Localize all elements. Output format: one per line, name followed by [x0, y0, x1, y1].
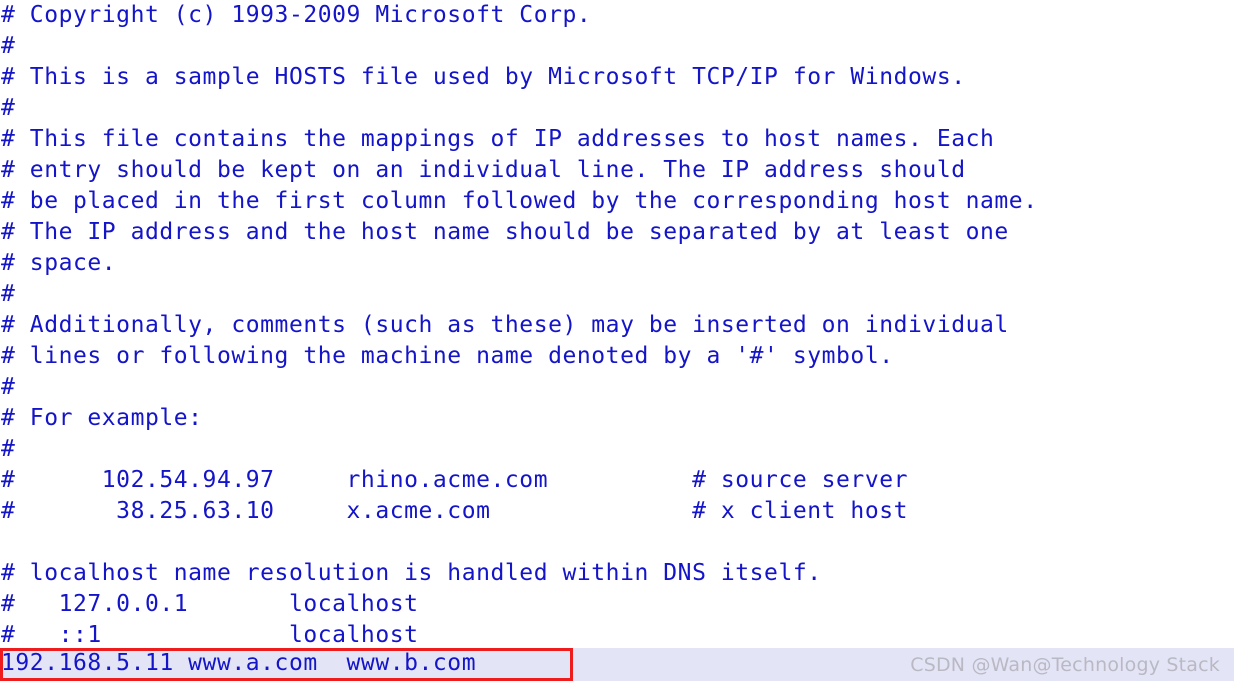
code-line[interactable]: # space.	[0, 248, 1234, 279]
code-line[interactable]: # lines or following the machine name de…	[0, 341, 1234, 372]
code-line[interactable]: # ::1 localhost	[0, 620, 1234, 651]
code-line[interactable]: # Copyright (c) 1993-2009 Microsoft Corp…	[0, 0, 1234, 31]
code-line[interactable]: #	[0, 279, 1234, 310]
code-lines-container: # Copyright (c) 1993-2009 Microsoft Corp…	[0, 0, 1234, 651]
code-line[interactable]: # 38.25.63.10 x.acme.com # x client host	[0, 496, 1234, 527]
code-line[interactable]: #	[0, 93, 1234, 124]
watermark-label: CSDN @Wan@Technology Stack	[910, 653, 1220, 676]
code-line[interactable]: # This file contains the mappings of IP …	[0, 124, 1234, 155]
active-line-row[interactable]: 192.168.5.11 www.a.com www.b.com CSDN @W…	[0, 648, 1234, 681]
code-line[interactable]: #	[0, 434, 1234, 465]
code-line[interactable]: # 102.54.94.97 rhino.acme.com # source s…	[0, 465, 1234, 496]
code-line[interactable]: # This is a sample HOSTS file used by Mi…	[0, 62, 1234, 93]
code-line[interactable]: # 127.0.0.1 localhost	[0, 589, 1234, 620]
code-line[interactable]: # be placed in the first column followed…	[0, 186, 1234, 217]
code-line[interactable]: # For example:	[0, 403, 1234, 434]
code-line[interactable]: # localhost name resolution is handled w…	[0, 558, 1234, 589]
code-line[interactable]: # Additionally, comments (such as these)…	[0, 310, 1234, 341]
code-line[interactable]: #	[0, 372, 1234, 403]
hosts-file-editor[interactable]: # Copyright (c) 1993-2009 Microsoft Corp…	[0, 0, 1234, 681]
code-line[interactable]: #	[0, 31, 1234, 62]
code-line[interactable]: # The IP address and the host name shoul…	[0, 217, 1234, 248]
code-line[interactable]: # entry should be kept on an individual …	[0, 155, 1234, 186]
code-line-blank[interactable]	[0, 527, 1234, 558]
